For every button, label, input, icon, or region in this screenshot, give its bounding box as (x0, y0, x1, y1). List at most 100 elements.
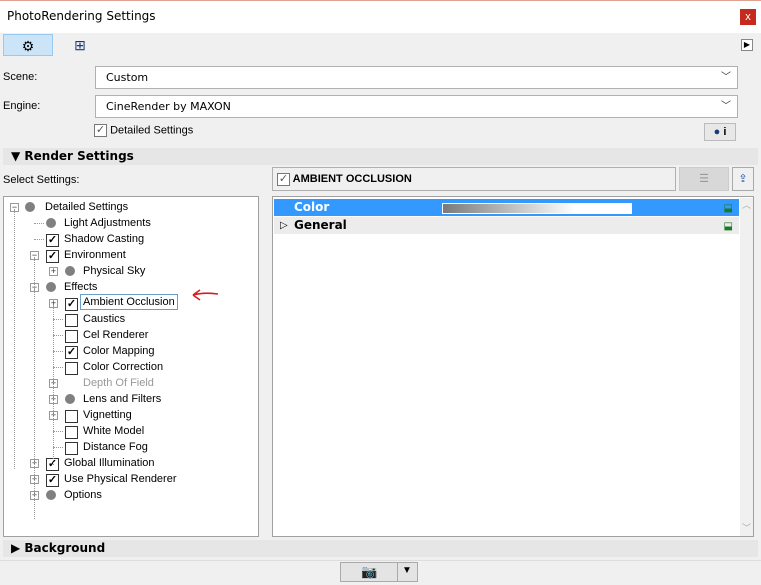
checkbox[interactable]: ✓ (94, 124, 107, 137)
color-gradient[interactable] (442, 203, 632, 214)
scene-select[interactable]: Custom ﹀ (95, 66, 738, 89)
expand-arrow-button[interactable]: ▶ (741, 39, 753, 51)
tree-item-label: Options (64, 489, 102, 501)
tree-item-label: Color Mapping (83, 345, 155, 357)
scroll-down-icon[interactable]: ﹀ (740, 521, 753, 534)
tree-item[interactable]: Caustics (4, 311, 254, 327)
tree-item[interactable]: White Model (4, 423, 254, 439)
size-tab[interactable]: ⊞ (55, 34, 105, 56)
detailed-settings-label: Detailed Settings (110, 124, 194, 137)
tree-item-label: Depth Of Field (83, 377, 154, 389)
triangle-right-icon: ▷ (280, 220, 288, 231)
tree-item-label: Physical Sky (83, 265, 146, 277)
scrollbar[interactable]: ︿ ﹀ (740, 198, 753, 536)
tree-item-label: Global Illumination (64, 457, 155, 469)
import-icon[interactable]: ⬓ (724, 200, 733, 217)
tree-item-label: Distance Fog (83, 441, 148, 453)
tree-item-label: Lens and Filters (83, 393, 162, 405)
checkbox[interactable]: ✓ (46, 233, 59, 247)
tree-item-label: Ambient Occlusion (80, 294, 178, 310)
annotation-arrow (192, 289, 219, 301)
checkbox[interactable] (65, 313, 78, 327)
tree-item[interactable]: Color Correction (4, 359, 254, 375)
render-settings-header[interactable]: ▼ Render Settings (3, 148, 758, 165)
tree-item-label: White Model (83, 425, 145, 437)
engine-value: CineRender by MAXON (106, 100, 231, 113)
checkbox[interactable]: ✓ (65, 345, 78, 359)
tree-item[interactable]: + Vignetting (4, 407, 254, 423)
tree-item-label: Use Physical Renderer (64, 473, 177, 485)
engine-label: Engine: (3, 100, 41, 112)
import-icon[interactable]: ⬓ (724, 218, 733, 235)
settings-list: Color ⬓ ▷ General ⬓ ︿ ﹀ (272, 196, 754, 537)
tree-item[interactable]: + Physical Sky (4, 263, 254, 279)
chevron-down-icon: ﹀ (721, 101, 731, 112)
tree-item[interactable]: + ✓ Use Physical Renderer (4, 471, 254, 487)
tree-item[interactable]: ✓ Color Mapping (4, 343, 254, 359)
settings-tab[interactable]: ⚙ (3, 34, 53, 56)
background-title: Background (24, 541, 106, 555)
tree-item[interactable]: + ✓ Global Illumination (4, 455, 254, 471)
triangle-down-icon: ▼ (11, 149, 25, 163)
select-settings-label: Select Settings: (3, 174, 80, 186)
section-title: AMBIENT OCCLUSION (292, 173, 412, 185)
ambient-occlusion-checkbox[interactable]: ✓ (277, 172, 290, 186)
render-settings-title: Render Settings (24, 149, 134, 163)
tree-item-label: Caustics (83, 313, 126, 325)
general-row[interactable]: ▷ General ⬓ (274, 217, 739, 234)
tree-item[interactable]: Light Adjustments (4, 215, 254, 231)
detailed-settings-checkbox[interactable]: ✓ Detailed Settings (94, 124, 193, 137)
status-dot-icon (46, 282, 56, 293)
checkbox[interactable]: ✓ (46, 473, 59, 487)
tree-item[interactable]: ✓ Shadow Casting (4, 231, 254, 247)
tree-item[interactable]: + Depth Of Field (4, 375, 254, 391)
expand-icon[interactable]: + (49, 267, 58, 276)
tree-item[interactable]: + Options (4, 487, 254, 503)
settings-tree[interactable]: − Detailed Settings Light Adjustments ✓ Shad… (3, 196, 259, 537)
color-row[interactable]: Color ⬓ (274, 199, 739, 216)
tree-item-label: Shadow Casting (64, 233, 145, 245)
engine-info-button[interactable]: ● i (704, 123, 736, 141)
checkbox[interactable] (65, 409, 78, 423)
status-dot-icon (25, 202, 35, 213)
status-dot-icon (46, 218, 56, 229)
tree-item[interactable]: Cel Renderer (4, 327, 254, 343)
background-header[interactable]: ▶ Background (3, 540, 758, 557)
size-icon: ⊞ (74, 37, 86, 53)
tree-item-label: Color Correction (83, 361, 164, 373)
list-view-button[interactable]: ☰ (679, 167, 729, 191)
tree-item-label: Light Adjustments (64, 217, 151, 229)
general-label: General (294, 218, 347, 232)
export-button[interactable]: ⇪ (732, 167, 754, 191)
dropdown-arrow-icon[interactable]: ▼ (402, 565, 412, 576)
info-icon: i (723, 126, 727, 138)
tree-item-label: Vignetting (83, 409, 132, 421)
checkbox[interactable] (65, 425, 78, 439)
checkbox[interactable]: ✓ (46, 249, 59, 263)
checkbox[interactable]: ✓ (65, 297, 78, 311)
color-label: Color (294, 200, 330, 214)
close-button[interactable]: x (740, 9, 756, 25)
tree-item-label: Effects (64, 281, 98, 293)
scene-label: Scene: (3, 71, 38, 83)
triangle-right-icon: ▶ (11, 541, 25, 555)
camera-icon: 📷 (361, 564, 378, 579)
tree-item[interactable]: + Lens and Filters (4, 391, 254, 407)
tree-item-label: Detailed Settings (45, 201, 129, 213)
scroll-up-icon[interactable]: ︿ (740, 198, 753, 211)
status-dot-icon (65, 266, 75, 277)
tree-item[interactable]: − ✓ Environment (4, 247, 254, 263)
status-dot-icon (46, 490, 56, 501)
ambient-occlusion-header[interactable]: ✓ AMBIENT OCCLUSION (272, 167, 676, 191)
tree-item-label: Cel Renderer (83, 329, 149, 341)
cinema4d-icon: ● (713, 126, 721, 138)
gear-icon: ⚙ (21, 38, 35, 54)
tree-item[interactable]: Distance Fog (4, 439, 254, 455)
tree-item[interactable]: − Detailed Settings (4, 199, 254, 215)
checkbox[interactable] (65, 361, 78, 375)
render-button[interactable]: 📷 ▼ (340, 562, 418, 582)
engine-select[interactable]: CineRender by MAXON ﹀ (95, 95, 738, 118)
status-dot-icon (65, 394, 75, 405)
checkbox[interactable] (65, 441, 78, 455)
checkbox[interactable] (65, 329, 78, 343)
